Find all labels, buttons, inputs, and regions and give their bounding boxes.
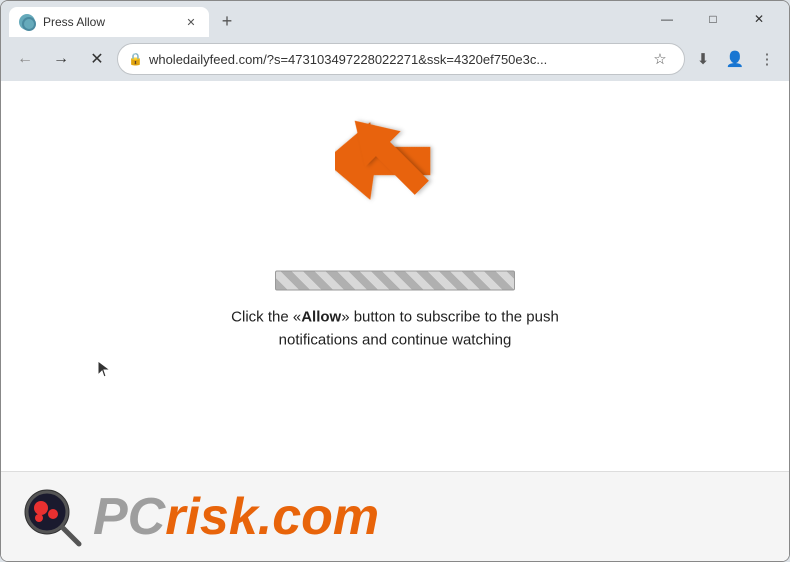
menu-button[interactable]: ⋮ bbox=[753, 45, 781, 73]
toolbar: ← → ✕ 🔒 wholedailyfeed.com/?s=4731034972… bbox=[1, 37, 789, 81]
tab-close-button[interactable]: ✕ bbox=[183, 14, 199, 30]
dotcom-text: .com bbox=[258, 488, 379, 546]
subscribe-text: Click the «Allow» button to subscribe to… bbox=[198, 307, 592, 352]
tab-favicon bbox=[19, 14, 35, 30]
progress-bar bbox=[275, 271, 515, 291]
reload-button[interactable]: ✕ bbox=[81, 43, 113, 75]
downloads-button[interactable]: ⬇ bbox=[689, 45, 717, 73]
risk-text: risk bbox=[165, 488, 258, 546]
pcrisk-logo-icon bbox=[21, 486, 83, 548]
lock-icon: 🔒 bbox=[128, 52, 143, 66]
page-content: Click the «Allow» button to subscribe to… bbox=[1, 81, 789, 561]
bookmark-button[interactable]: ☆ bbox=[646, 45, 674, 73]
maximize-button[interactable]: □ bbox=[691, 3, 735, 35]
titlebar: Press Allow ✕ + — □ ✕ bbox=[1, 1, 789, 37]
forward-button[interactable]: → bbox=[45, 43, 77, 75]
new-tab-button[interactable]: + bbox=[213, 7, 241, 35]
pcrisk-text: PCrisk.com bbox=[93, 491, 379, 543]
close-button[interactable]: ✕ bbox=[737, 3, 781, 35]
pc-text: PC bbox=[93, 488, 165, 546]
address-text: wholedailyfeed.com/?s=473103497228022271… bbox=[149, 52, 640, 67]
orange-arrow bbox=[335, 101, 445, 211]
address-bar[interactable]: 🔒 wholedailyfeed.com/?s=4731034972280222… bbox=[117, 43, 685, 75]
footer-logo: PCrisk.com bbox=[1, 471, 789, 561]
back-button[interactable]: ← bbox=[9, 43, 41, 75]
active-tab[interactable]: Press Allow ✕ bbox=[9, 7, 209, 37]
window-controls: — □ ✕ bbox=[645, 3, 781, 35]
cursor-indicator bbox=[96, 359, 114, 387]
tab-title: Press Allow bbox=[43, 15, 175, 29]
progress-area: Click the «Allow» button to subscribe to… bbox=[198, 271, 592, 352]
arrow-container bbox=[335, 101, 455, 226]
browser-window: Press Allow ✕ + — □ ✕ ← → ✕ 🔒 wholedaily… bbox=[0, 0, 790, 562]
minimize-button[interactable]: — bbox=[645, 3, 689, 35]
profile-button[interactable]: 👤 bbox=[721, 45, 749, 73]
tab-area: Press Allow ✕ + bbox=[9, 1, 637, 37]
